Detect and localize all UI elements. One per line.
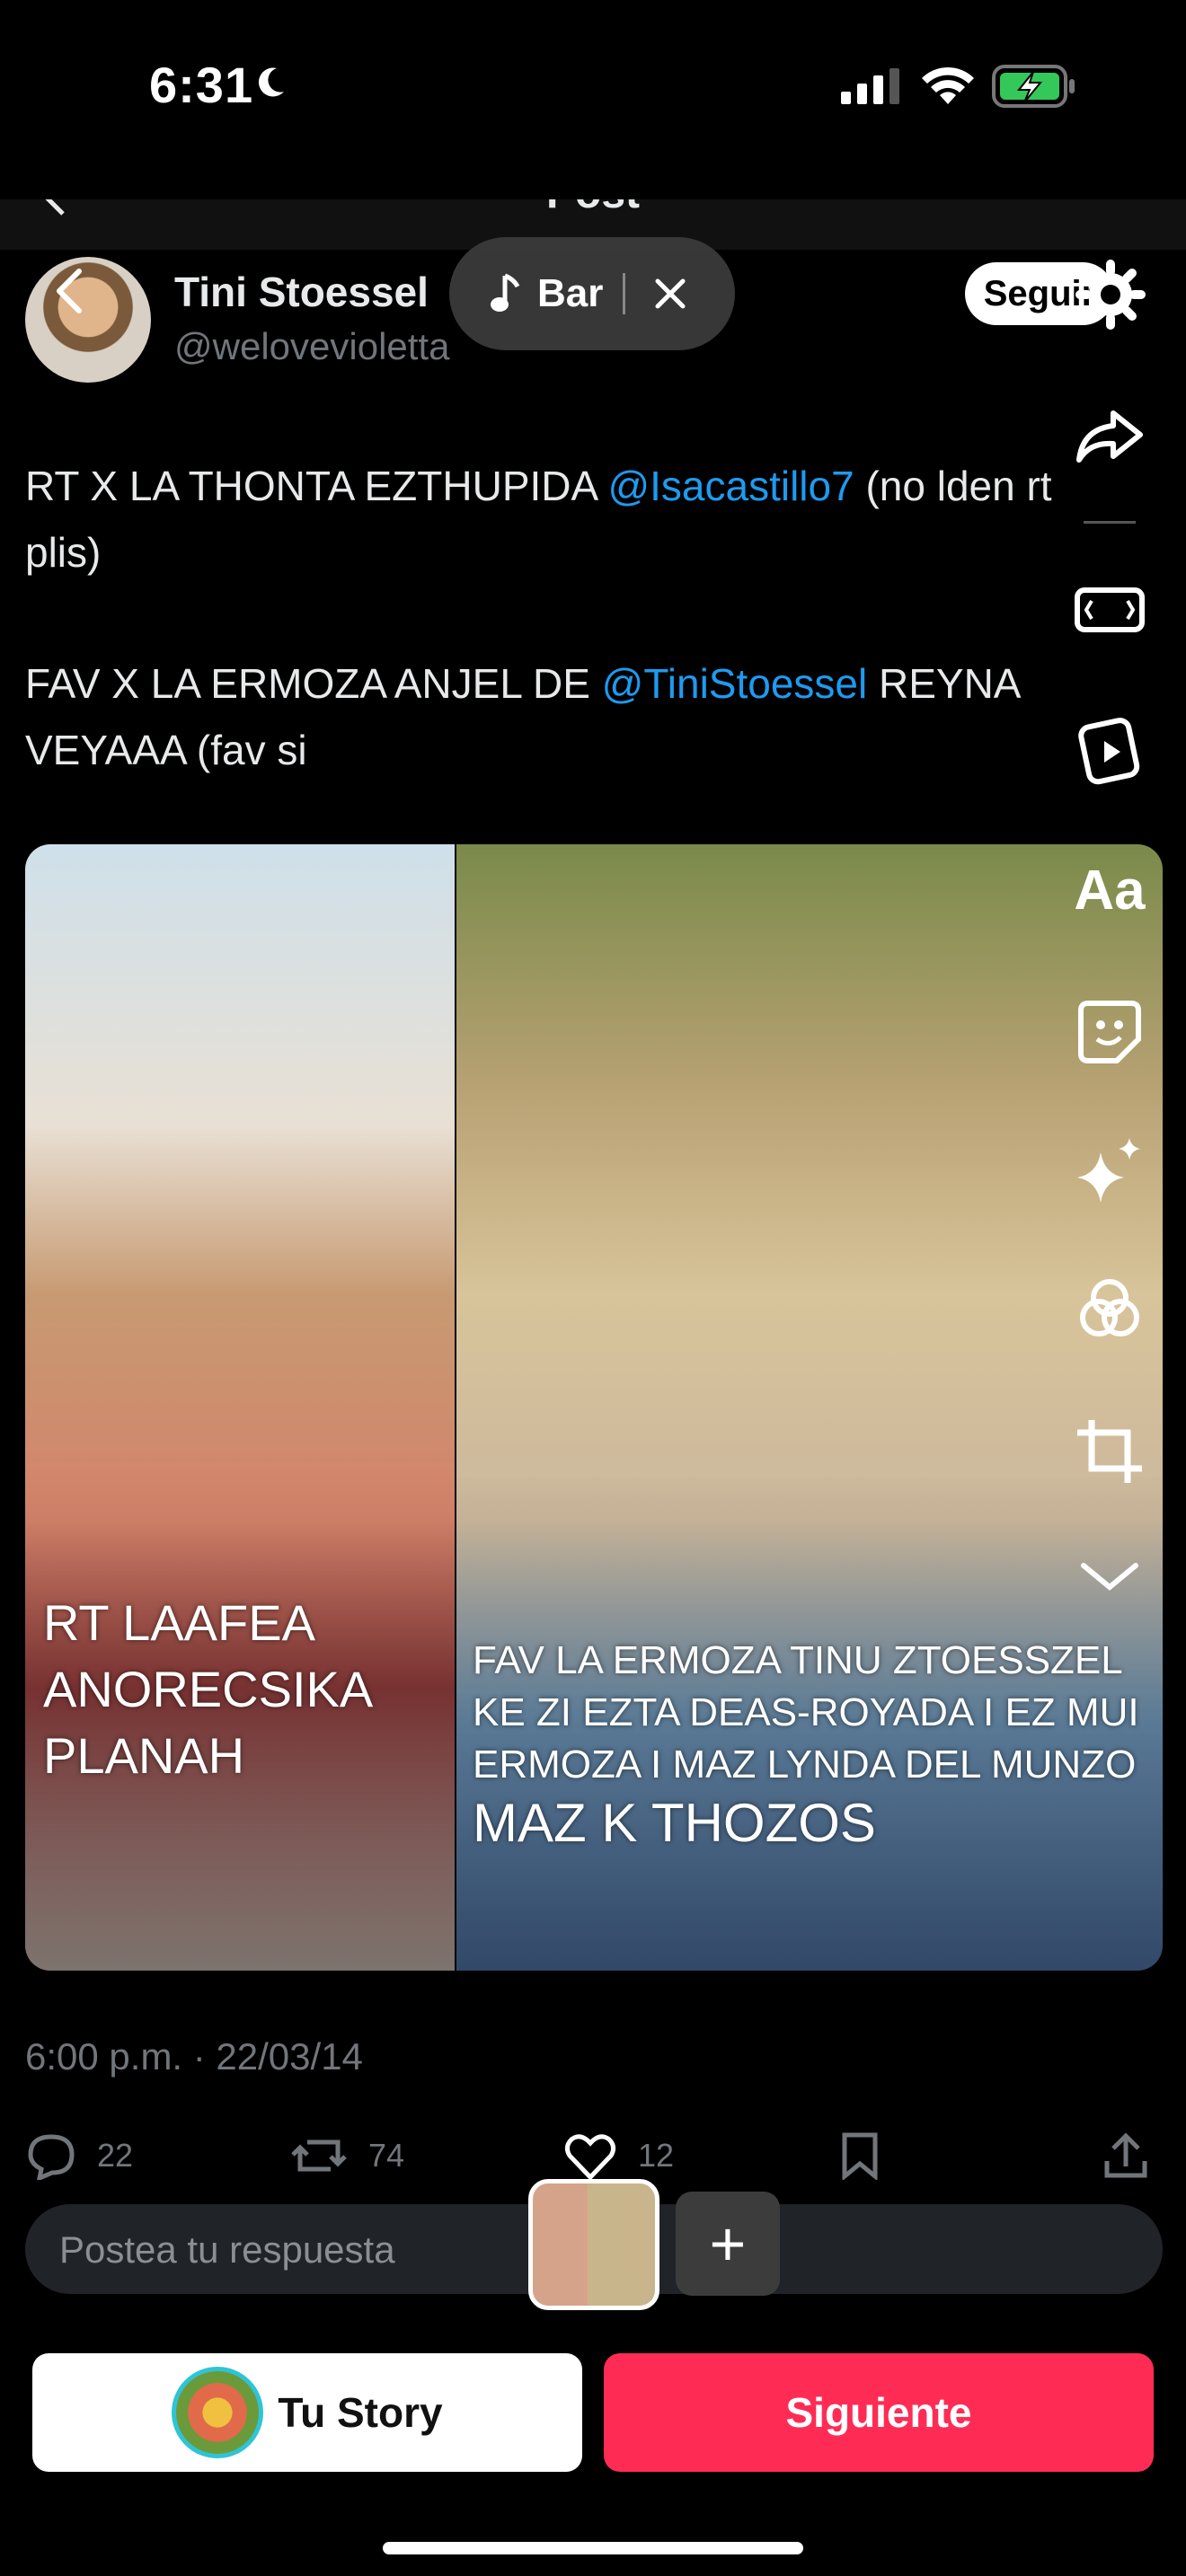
mention-link[interactable]: @Isacastillo7 — [607, 463, 854, 509]
effects-sparkle-icon[interactable] — [1069, 1130, 1150, 1211]
reply-action[interactable]: 22 — [25, 2129, 133, 2183]
video-clip-icon[interactable] — [1069, 710, 1150, 790]
aspect-ratio-icon[interactable] — [1069, 569, 1150, 650]
image-caption-left: RT LAAFEA ANORECSIKA PLANAH — [43, 1594, 371, 1784]
share-icon — [1104, 2132, 1147, 2178]
post-timestamp: 6:00 p.m. · 22/03/14 — [25, 2035, 363, 2078]
home-indicator[interactable] — [383, 2542, 803, 2554]
filters-icon[interactable] — [1069, 1268, 1150, 1349]
music-note-icon — [491, 273, 520, 312]
story-label: Tu Story — [278, 2389, 443, 2436]
battery-charging-icon — [992, 65, 1075, 108]
tweet-media[interactable]: RT LAAFEA ANORECSIKA PLANAH FAV LA ERMOZ… — [25, 844, 1163, 1971]
chevron-down-icon[interactable] — [1069, 1536, 1150, 1617]
tool-divider — [1084, 521, 1136, 524]
author-handle[interactable]: @weloveviolettа — [174, 325, 449, 368]
share-arrow-icon[interactable] — [1069, 395, 1150, 476]
reply-input[interactable] — [58, 2204, 546, 2296]
sticker-icon[interactable] — [1069, 992, 1150, 1072]
caption-right-text: FAV LA ERMOZA TINU ZTOESSZEL KE ZI EZTA … — [473, 1638, 1139, 1786]
next-button[interactable]: Siguiente — [604, 2353, 1154, 2472]
avatar[interactable] — [25, 257, 151, 383]
close-icon[interactable] — [654, 278, 686, 310]
tweet-text: FAV X LA ERMOZA ANJEL DE — [25, 660, 602, 707]
share-action[interactable] — [1102, 2129, 1150, 2183]
mention-link[interactable]: @TiniStoessel — [602, 660, 868, 707]
back-arrow-icon[interactable] — [41, 199, 68, 217]
tweet-paragraph-2: FAV X LA ERMOZA ANJEL DE @TiniStoessel R… — [25, 650, 1085, 783]
status-time: 6:31 — [149, 57, 254, 113]
reply-count: 22 — [97, 2137, 134, 2174]
author-name[interactable]: Tini Stoessel — [174, 268, 429, 316]
repost-action[interactable]: 74 — [289, 2129, 404, 2183]
bookmark-icon — [842, 2132, 878, 2180]
like-action[interactable]: 12 — [562, 2129, 674, 2183]
your-story-button[interactable]: Tu Story — [32, 2353, 582, 2472]
back-chevron-icon[interactable] — [49, 266, 88, 316]
music-label: Bar — [537, 271, 604, 315]
text-tool-label: Aa — [1074, 859, 1146, 922]
crop-icon[interactable] — [1069, 1410, 1150, 1491]
pill-divider — [623, 273, 626, 314]
settings-gear-icon[interactable] — [1075, 259, 1146, 331]
repost-count: 74 — [368, 2137, 405, 2174]
wifi-icon — [922, 66, 974, 104]
tweet-text: RT X LA THONTA EZTHUPIDA — [25, 463, 608, 509]
moon-icon — [258, 67, 284, 97]
cellular-signal-icon — [841, 68, 899, 104]
comment-icon — [28, 2134, 75, 2180]
add-media-button[interactable]: + — [676, 2192, 780, 2296]
bookmark-action[interactable] — [839, 2129, 881, 2183]
caption-right-tail: MAZ K THOZOS — [473, 1793, 876, 1853]
selected-media-thumbnail[interactable] — [528, 2179, 659, 2310]
like-count: 12 — [638, 2137, 675, 2174]
text-tool-icon[interactable]: Aa — [1069, 850, 1150, 931]
story-avatar — [172, 2367, 264, 2458]
image-caption-right: FAV LA ERMOZA TINU ZTOESSZEL KE ZI EZTA … — [473, 1635, 1155, 1856]
music-pill[interactable]: Bar — [449, 237, 735, 350]
repost-icon — [291, 2139, 347, 2172]
heart-icon — [564, 2134, 616, 2181]
page-title: Post — [0, 199, 1186, 218]
tweet-paragraph-1: RT X LA THONTA EZTHUPIDA @Isacastillo7 (… — [25, 453, 1085, 586]
